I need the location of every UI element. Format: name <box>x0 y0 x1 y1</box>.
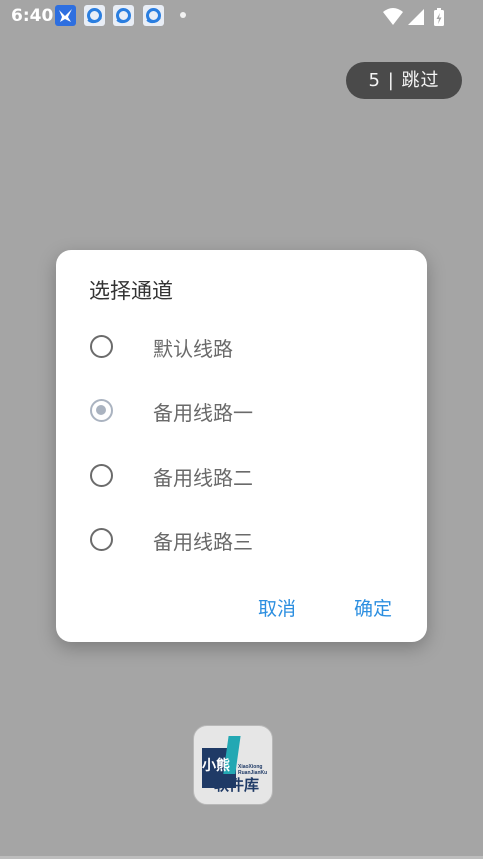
option-label: 备用线路一 <box>153 401 253 425</box>
option-default-route[interactable]: 默认线路 <box>56 321 427 377</box>
logo-main-text: 小熊 <box>202 757 230 773</box>
browser-notification-icon <box>143 5 164 26</box>
browser-notification-icon <box>84 5 105 26</box>
radio-button[interactable] <box>90 528 113 551</box>
dialog-title: 选择通道 <box>89 279 173 303</box>
cancel-button[interactable]: 取消 <box>258 594 296 621</box>
browser-notification-icon <box>113 5 134 26</box>
status-bar: 6:40 <box>0 0 483 34</box>
radio-button[interactable] <box>90 464 113 487</box>
status-time: 6:40 <box>11 6 54 26</box>
option-label: 备用线路三 <box>153 530 253 554</box>
signal-icon <box>408 9 424 25</box>
bird-app-icon <box>55 5 76 26</box>
skip-button[interactable]: 5 | 跳过 <box>346 62 462 99</box>
select-channel-dialog: 选择通道 默认线路 备用线路一 备用线路二 备用线路三 取消 确定 <box>56 250 427 642</box>
logo-sub-text: 软件库 <box>214 776 259 794</box>
confirm-button[interactable]: 确定 <box>354 594 392 621</box>
wifi-icon <box>383 8 403 25</box>
option-label: 默认线路 <box>153 337 233 361</box>
option-backup-route-2[interactable]: 备用线路二 <box>56 450 427 506</box>
option-backup-route-3[interactable]: 备用线路三 <box>56 514 427 570</box>
logo-small-text-2: RuanJianKu <box>238 770 267 776</box>
battery-charging-icon <box>434 8 444 26</box>
app-logo: 小熊 XiaoXiong RuanJianKu 软件库 <box>193 725 273 805</box>
option-label: 备用线路二 <box>153 466 253 490</box>
option-backup-route-1[interactable]: 备用线路一 <box>56 385 427 441</box>
more-notifications-dot <box>180 12 186 18</box>
system-icons <box>382 7 448 32</box>
radio-button[interactable] <box>90 335 113 358</box>
radio-button-selected[interactable] <box>90 399 113 422</box>
